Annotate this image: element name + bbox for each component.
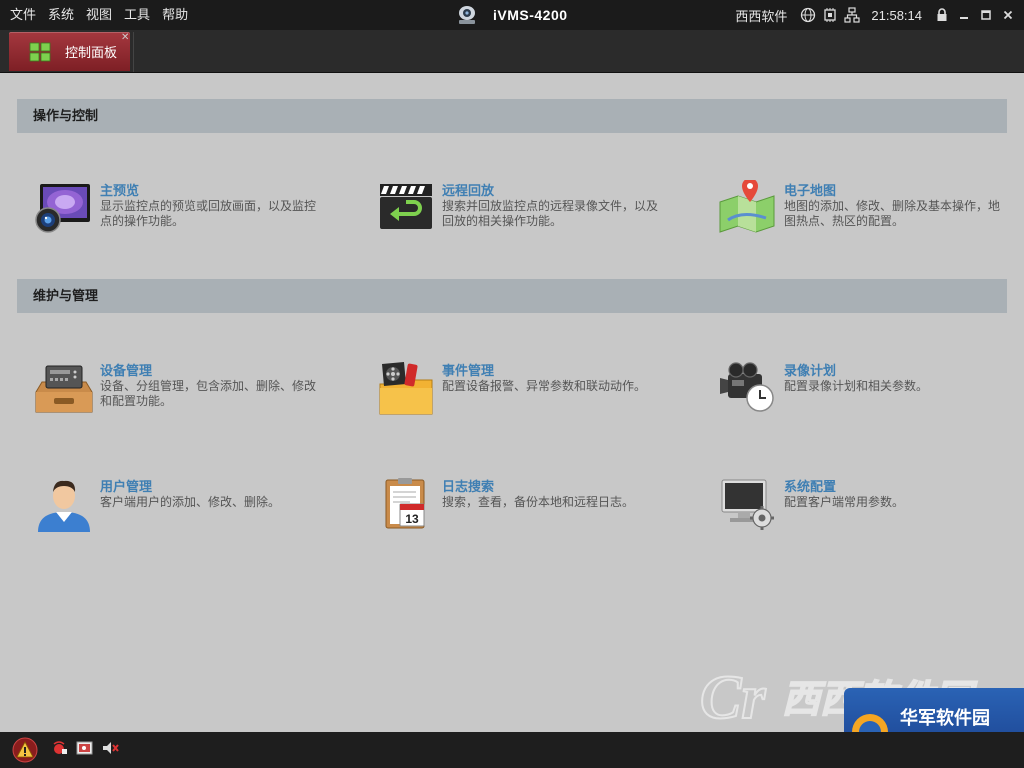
image-capture-icon[interactable] [76, 740, 94, 756]
tab-bar: 控制面板 [0, 30, 1024, 73]
control-panel: 操作与控制 主预览 显示监控点的预览或回放画面，以及监控点的操作功能。 远程回放… [0, 74, 1024, 732]
item-remote-playback[interactable]: 远程回放 搜索并回放监控点的远程录像文件，以及回放的相关操作功能。 [376, 180, 696, 240]
playback-icon [380, 184, 432, 229]
user-icon [38, 480, 90, 532]
tab-control-panel-label: 控制面板 [65, 45, 118, 60]
item-event-management[interactable]: 事件管理 配置设备报警、异常参数和联动动作。 [376, 360, 696, 420]
item-title: 电子地图 [784, 183, 837, 198]
menu-tools[interactable]: 工具 [118, 0, 156, 30]
item-description: 地图的添加、修改、删除及基本操作，地图热点、热区的配置。 [784, 199, 1001, 228]
close-icon [1003, 10, 1013, 20]
menu-help[interactable]: 帮助 [156, 0, 194, 30]
item-description: 客户端用户的添加、修改、删除。 [100, 495, 281, 509]
item-description: 搜索，查看，备份本地和远程日志。 [442, 495, 635, 509]
current-user: 西西软件 [735, 8, 788, 24]
record-icon [720, 362, 774, 412]
maximize-icon [981, 10, 991, 20]
item-record-schedule[interactable]: 录像计划 配置录像计划和相关参数。 [718, 360, 1024, 420]
mute-icon[interactable] [102, 740, 120, 756]
status-bar [0, 732, 1024, 768]
item-title: 系统配置 [784, 479, 837, 494]
item-title: 录像计划 [784, 363, 837, 378]
item-system-config[interactable]: 系统配置 配置客户端常用参数。 [718, 476, 1024, 536]
svg-text:华军软件园: 华军软件园 [900, 707, 990, 729]
item-user-management[interactable]: 用户管理 客户端用户的添加、修改、删除。 [34, 476, 354, 536]
maximize-button[interactable] [976, 5, 996, 25]
title-bar: 文件 系统 视图 工具 帮助 iVMS-4200 西西软件 21:58:14 [0, 0, 1024, 30]
item-description: 设备、分组管理，包含添加、删除、修改和配置功能。 [100, 379, 317, 408]
item-description: 配置客户端常用参数。 [784, 495, 905, 509]
item-title: 用户管理 [100, 479, 153, 494]
item-emap[interactable]: 电子地图 地图的添加、修改、删除及基本操作，地图热点、热区的配置。 [718, 180, 1024, 240]
item-main-preview[interactable]: 主预览 显示监控点的预览或回放画面，以及监控点的操作功能。 [34, 180, 354, 240]
camera-logo-icon [459, 6, 475, 24]
clock: 21:58:14 [871, 7, 922, 23]
menu-view[interactable]: 视图 [80, 0, 118, 30]
app-title: iVMS-4200 [455, 0, 568, 30]
globe-icon[interactable] [799, 6, 817, 24]
lock-icon [937, 8, 947, 21]
tab-divider [133, 32, 134, 72]
item-log-search[interactable]: 13 日志搜索 搜索，查看，备份本地和远程日志。 [376, 476, 696, 536]
log-icon: 13 [385, 478, 425, 529]
alarm-output-icon[interactable] [52, 740, 68, 756]
item-title: 主预览 [100, 183, 140, 198]
status-area: 西西软件 21:58:14 [735, 0, 1018, 30]
grid-icon [29, 42, 51, 61]
calendar-day: 13 [405, 512, 419, 526]
minimize-button[interactable] [954, 5, 974, 25]
lock-button[interactable] [932, 5, 952, 25]
menu-bar: 文件 系统 视图 工具 帮助 [4, 0, 194, 30]
close-button[interactable] [998, 5, 1018, 25]
item-device-management[interactable]: 设备管理 设备、分组管理，包含添加、删除、修改和配置功能。 [34, 360, 354, 420]
app-title-text: iVMS-4200 [493, 7, 568, 23]
tab-close-icon[interactable]: ✕ [121, 32, 129, 43]
network-icon[interactable] [843, 6, 861, 24]
item-title: 设备管理 [100, 363, 153, 378]
alarm-warning-icon[interactable] [12, 737, 38, 763]
item-description: 配置设备报警、异常参数和联动动作。 [442, 379, 647, 393]
minimize-icon [960, 17, 968, 19]
device-icon [35, 365, 93, 413]
menu-file[interactable]: 文件 [4, 0, 42, 30]
svg-text:Cr: Cr [700, 664, 766, 730]
item-description: 搜索并回放监控点的远程录像文件，以及回放的相关操作功能。 [442, 199, 659, 228]
tab-control-panel[interactable]: 控制面板 [9, 32, 130, 71]
emap-icon [719, 180, 775, 233]
preview-icon [35, 184, 90, 233]
item-description: 显示监控点的预览或回放画面，以及监控点的操作功能。 [100, 199, 317, 228]
section-header-operation: 操作与控制 [17, 99, 1007, 133]
section-header-maintenance: 维护与管理 [17, 279, 1007, 313]
event-icon [379, 362, 433, 415]
item-title: 日志搜索 [442, 479, 495, 494]
settings-icon [721, 479, 774, 530]
item-description: 配置录像计划和相关参数。 [784, 379, 929, 393]
item-title: 远程回放 [442, 183, 495, 198]
menu-system[interactable]: 系统 [42, 0, 80, 30]
cpu-icon[interactable] [821, 6, 839, 24]
item-title: 事件管理 [442, 363, 495, 378]
